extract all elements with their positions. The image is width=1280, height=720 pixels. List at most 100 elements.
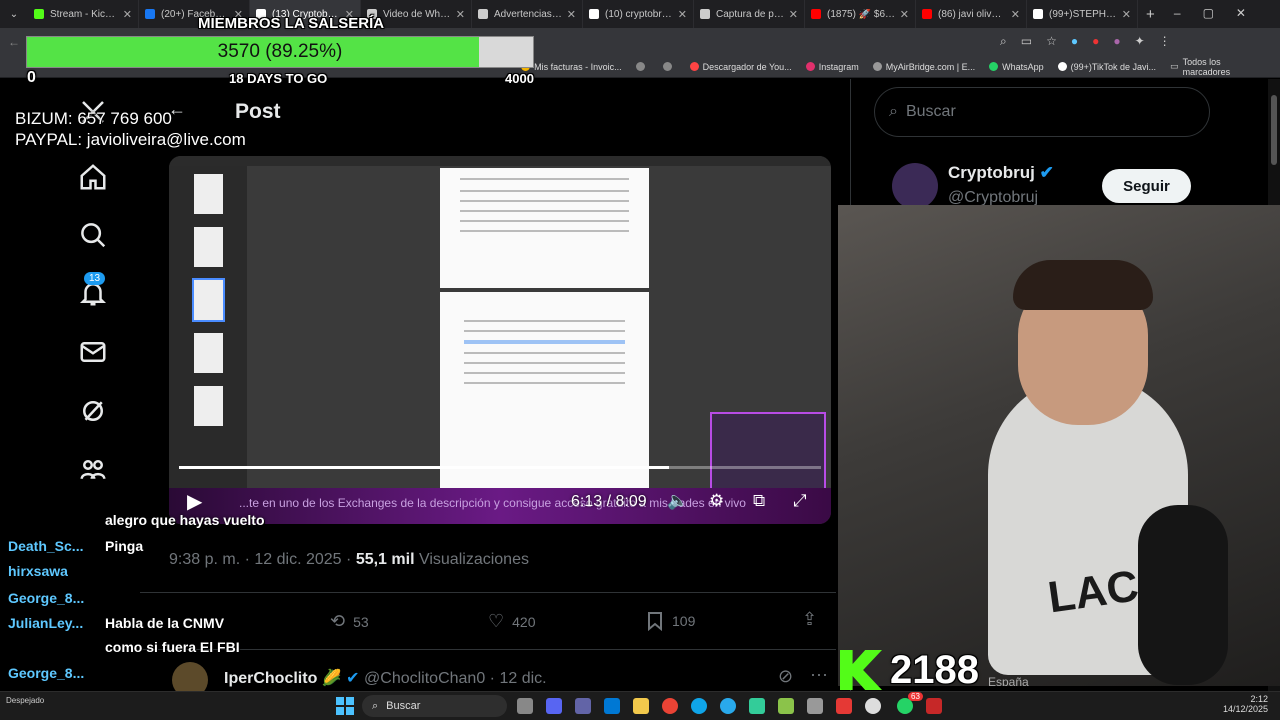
task-view-icon[interactable] [517, 698, 533, 714]
settings-icon[interactable]: ⚙ [709, 491, 724, 511]
home-icon[interactable] [76, 160, 110, 194]
browser-tab-strip: ⌄ Stream - Kick Das✕(20+) Facebook✕(13) … [0, 0, 1280, 28]
bookmark-icon [648, 612, 662, 631]
menu-icon[interactable]: ⋮ [1159, 34, 1171, 50]
all-bookmarks[interactable]: ▭ Todos los marcadores [1170, 57, 1268, 77]
search-input[interactable]: ⌕ Buscar [874, 87, 1210, 137]
app-icon[interactable] [926, 698, 942, 714]
puzzle-icon[interactable]: ✦ [1135, 34, 1145, 50]
tab-title: Advertencias CNMV [494, 8, 563, 20]
grok-icon[interactable] [76, 394, 110, 428]
chat-username[interactable]: George_8... [8, 590, 97, 606]
more-icon[interactable]: ··· [810, 664, 828, 685]
retweet-count: 53 [353, 613, 369, 630]
toolbar-extensions[interactable]: ⌕ ▭ ☆ ● ● ● ✦ ⋮ [1000, 34, 1270, 50]
bookmark-favicon-icon [1057, 62, 1067, 71]
app-icon[interactable] [836, 698, 852, 714]
chat-username[interactable]: Death_Sc... [8, 538, 97, 554]
bookmark-item[interactable]: WhatsApp [989, 62, 1044, 72]
background-text: España [988, 675, 1029, 686]
tab-list-button[interactable]: ⌄ [0, 0, 28, 28]
browser-tab[interactable]: Stream - Kick Das ✕ [28, 0, 139, 28]
bookmark-item[interactable]: (99+)TikTok de Javi... [1057, 62, 1156, 72]
grok-icon[interactable]: ⊘ [778, 666, 793, 687]
app-icon[interactable] [749, 698, 765, 714]
tab-close-icon[interactable]: ✕ [1011, 8, 1020, 21]
browser-tab[interactable]: (10) cryptobruj de ✕ [583, 0, 694, 28]
scrollbar-thumb[interactable] [1271, 95, 1277, 165]
extension-icon[interactable]: ● [1092, 34, 1099, 50]
bookmark-item[interactable]: Descargador de You... [689, 62, 792, 72]
bookmark-button[interactable]: 109 [646, 611, 695, 631]
edge-icon[interactable] [691, 698, 707, 714]
browser-tab[interactable]: Captura de pantalla ✕ [694, 0, 805, 28]
telegram-icon[interactable] [720, 698, 736, 714]
cast-icon[interactable]: ▭ [1021, 34, 1032, 50]
start-icon[interactable] [336, 697, 354, 715]
zoom-icon[interactable]: ⌕ [1000, 34, 1007, 50]
paypal-info: PAYPAL: javioliveira@live.com [15, 130, 246, 149]
browser-tab[interactable]: (99+)STEPHANIE ✕ [1027, 0, 1138, 28]
bookmark-favicon-icon [872, 62, 882, 71]
back-icon[interactable]: ← [8, 35, 20, 49]
avatar[interactable] [892, 163, 938, 209]
browser-tab[interactable]: (86) javi oliveira ✕ [916, 0, 1027, 28]
app-icon[interactable] [778, 698, 794, 714]
extension-icon[interactable]: ● [1071, 34, 1078, 50]
volume-icon[interactable]: 🔈 [667, 491, 688, 511]
tab-close-icon[interactable]: ✕ [1122, 8, 1131, 21]
chat-text: Habla de la CNMV [105, 615, 225, 631]
teams-icon[interactable] [575, 698, 591, 714]
pip-icon[interactable]: ⧉ [753, 491, 765, 511]
goal-progress-bar: 3570 (89.25%) [26, 36, 534, 68]
extension-icon[interactable]: ● [1113, 34, 1120, 50]
bookmark-item[interactable]: Instagram [805, 62, 859, 72]
communities-icon[interactable] [76, 453, 110, 487]
browser-tab[interactable]: Advertencias CNMV ✕ [472, 0, 583, 28]
tab-close-icon[interactable]: ✕ [789, 8, 798, 21]
taskbar-search[interactable]: ⌕ Buscar [362, 695, 507, 717]
file-explorer-icon[interactable] [633, 698, 649, 714]
notifications-icon[interactable]: 13 [76, 272, 110, 310]
tab-close-icon[interactable]: ✕ [678, 8, 687, 21]
bookmark-item[interactable] [635, 62, 649, 72]
obs-icon[interactable] [865, 698, 881, 714]
share-icon[interactable]: ⇪ [802, 609, 817, 630]
tab-close-icon[interactable]: ✕ [900, 8, 909, 21]
search-icon[interactable] [76, 218, 110, 252]
discord-icon[interactable] [546, 698, 562, 714]
bookmark-item[interactable] [662, 62, 676, 72]
like-button[interactable]: ♡ 420 [488, 611, 536, 632]
video-progress-track[interactable] [179, 466, 821, 469]
tab-close-icon[interactable]: ✕ [567, 8, 576, 21]
app-icon[interactable] [807, 698, 823, 714]
outlook-icon[interactable] [604, 698, 620, 714]
weather-widget[interactable]: Despejado [6, 696, 44, 705]
tab-close-icon[interactable]: ✕ [456, 8, 465, 21]
chat-message: JulianLey... Habla de la CNMV [8, 615, 224, 631]
window-controls[interactable]: –▢✕ [1174, 6, 1268, 20]
bookmark-item[interactable]: MyAirBridge.com | E... [872, 62, 975, 72]
star-icon[interactable]: ☆ [1046, 34, 1057, 50]
new-tab-button[interactable]: + [1146, 6, 1155, 23]
messages-icon[interactable] [76, 335, 110, 369]
browser-tab[interactable]: (1875) 🚀 $6.000 ✕ [805, 0, 916, 28]
system-clock[interactable]: 2:12 14/12/2025 [1222, 694, 1268, 714]
search-icon: ⌕ [889, 103, 898, 120]
reply-author[interactable]: IperChoclito [224, 670, 317, 687]
account-name-row[interactable]: Cryptobruj ✔ [948, 163, 1054, 183]
tab-close-icon[interactable]: ✕ [123, 8, 132, 21]
chrome-icon[interactable] [662, 698, 678, 714]
bookmark-item[interactable]: Mis facturas - Invoic... [521, 62, 622, 72]
reply-header: IperChoclito 🌽 ✔ @ChoclitoChan0 · 12 dic… [224, 668, 547, 688]
retweet-button[interactable]: ⟲ 53 [330, 611, 369, 632]
kick-viewer-count: 2188 [890, 648, 979, 692]
play-icon[interactable]: ▶ [187, 489, 202, 514]
chat-username[interactable]: George_8... [8, 665, 97, 681]
fullscreen-icon[interactable]: ⤢ [793, 491, 807, 511]
chat-username[interactable]: JulianLey... [8, 615, 97, 631]
video-player[interactable]: ...te en uno de los Exchanges de la desc… [169, 156, 831, 524]
chat-username[interactable]: hirxsawa [8, 563, 97, 579]
follow-button[interactable]: Seguir [1102, 169, 1191, 203]
pdf-page [440, 168, 649, 288]
